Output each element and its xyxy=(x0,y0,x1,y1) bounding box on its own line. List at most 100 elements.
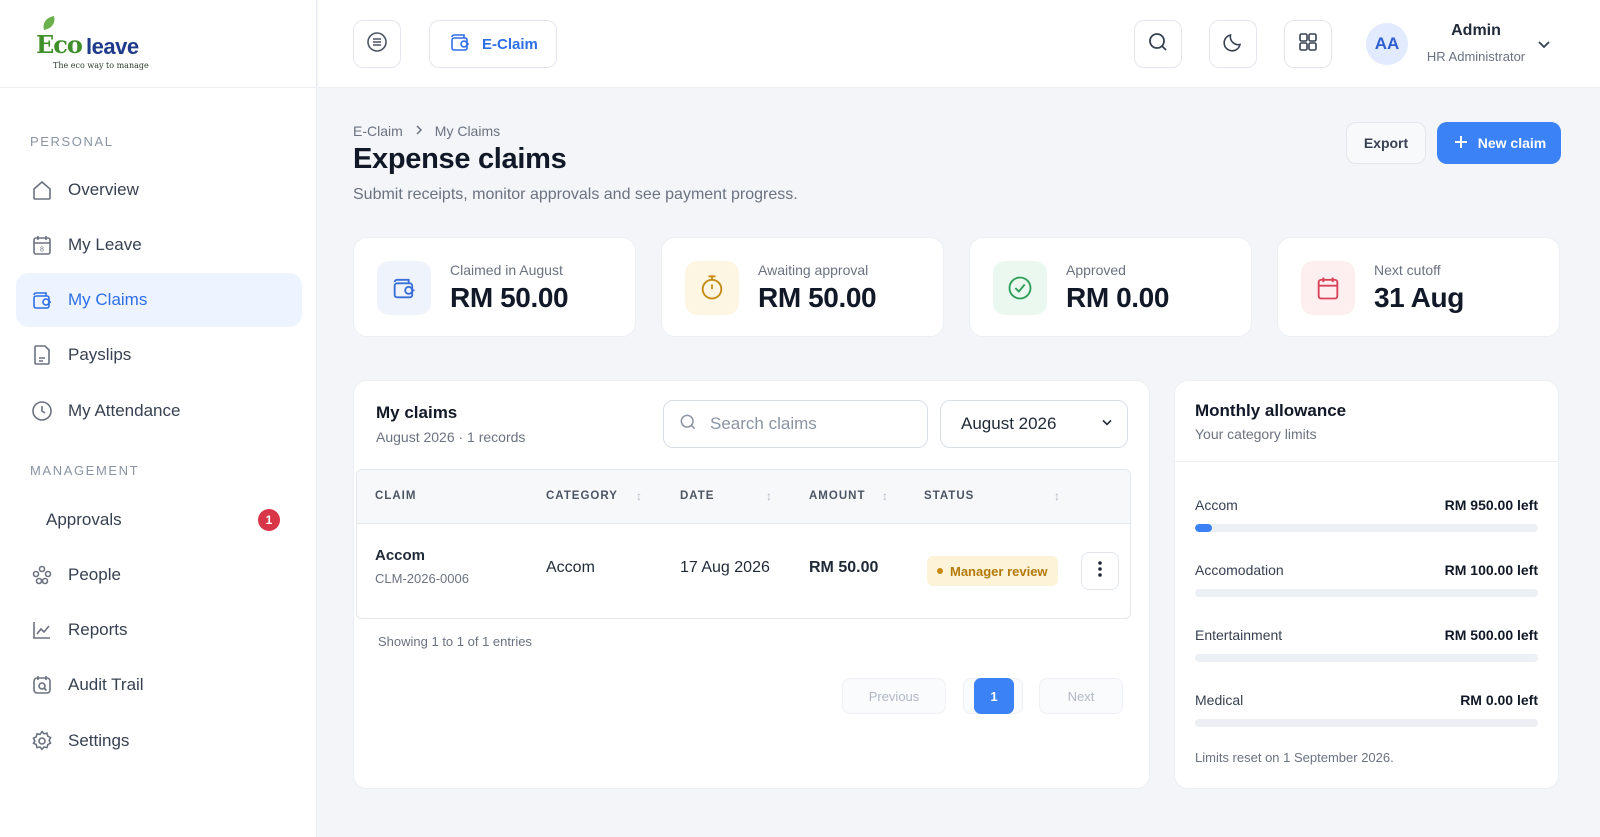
claims-table: CLAIM CATEGORY ↕ DATE ↕ AMOUNT ↕ STATUS … xyxy=(356,469,1131,619)
allowance-progress-fill xyxy=(1195,524,1213,532)
check-circle-icon xyxy=(993,261,1047,315)
svg-text:8: 8 xyxy=(40,247,44,254)
page-subtitle: Submit receipts, monitor approvals and s… xyxy=(353,186,798,203)
sidebar-item-label: Reports xyxy=(68,620,128,639)
status-dot xyxy=(937,568,943,574)
wallet-icon xyxy=(377,261,431,315)
home-icon xyxy=(30,178,54,202)
stat-card-awaiting: Awaiting approval RM 50.00 xyxy=(661,237,944,337)
column-claim[interactable]: CLAIM xyxy=(375,490,416,502)
gear-icon xyxy=(30,729,54,753)
breadcrumb-e-claim[interactable]: E-Claim xyxy=(353,123,403,139)
sidebar: Eco leave The eco way to manage PERSONAL… xyxy=(0,0,317,837)
claim-category: Accom xyxy=(546,559,595,576)
ecoleave-logo[interactable]: Eco leave The eco way to manage xyxy=(36,15,149,72)
sidebar-item-approvals[interactable]: Approvals 1 xyxy=(16,493,302,547)
sidebar-item-label: My Claims xyxy=(68,290,148,309)
allowance-name: Accom xyxy=(1195,497,1238,513)
allowance-subtitle: Your category limits xyxy=(1195,426,1317,442)
sidebar-item-settings[interactable]: Settings xyxy=(16,714,302,768)
divider xyxy=(1175,461,1558,462)
sidebar-item-my-claims[interactable]: My Claims xyxy=(16,273,302,327)
clock-icon xyxy=(30,399,54,423)
section-management: MANAGEMENT xyxy=(30,463,140,478)
search-claims-input[interactable]: Search claims xyxy=(663,400,928,448)
sort-icon[interactable]: ↕ xyxy=(882,489,888,503)
logo-tagline: The eco way to manage xyxy=(53,61,149,70)
chevron-down-icon[interactable] xyxy=(1534,34,1554,54)
month-select[interactable]: August 2026 xyxy=(940,400,1128,448)
logo-eco-text: Eco xyxy=(36,30,83,59)
claim-date: 17 Aug 2026 xyxy=(680,559,770,576)
export-button[interactable]: Export xyxy=(1346,122,1426,164)
sidebar-item-reports[interactable]: Reports xyxy=(16,603,302,657)
sidebar-item-label: My Attendance xyxy=(68,401,181,420)
sidebar-item-label: Audit Trail xyxy=(68,675,144,694)
row-actions-button[interactable] xyxy=(1081,552,1119,590)
allowance-left: RM 950.00 left xyxy=(1444,497,1538,513)
sidebar-item-payslips[interactable]: Payslips xyxy=(16,328,302,382)
column-date[interactable]: DATE xyxy=(680,490,714,502)
sort-icon[interactable]: ↕ xyxy=(636,489,642,503)
avatar[interactable]: AA xyxy=(1366,23,1408,65)
stat-label: Approved xyxy=(1066,262,1126,278)
stat-value: RM 50.00 xyxy=(758,282,877,313)
stat-card-approved: Approved RM 0.00 xyxy=(969,237,1252,337)
stat-label: Next cutoff xyxy=(1374,262,1441,278)
audit-icon xyxy=(30,673,54,697)
menu-toggle-button[interactable] xyxy=(353,20,401,68)
apps-grid-button[interactable] xyxy=(1284,20,1332,68)
new-claim-button[interactable]: New claim xyxy=(1437,122,1561,164)
search-placeholder: Search claims xyxy=(710,414,817,433)
plus-icon xyxy=(1452,133,1470,154)
sort-icon[interactable]: ↕ xyxy=(766,489,772,503)
sort-icon[interactable]: ↕ xyxy=(1054,489,1060,503)
allowance-left: RM 500.00 left xyxy=(1444,627,1538,643)
sidebar-item-my-leave[interactable]: 8 My Leave xyxy=(16,218,302,272)
allowance-title: Monthly allowance xyxy=(1195,401,1347,420)
sidebar-item-overview[interactable]: Overview xyxy=(16,163,302,217)
chart-icon xyxy=(30,618,54,642)
allowance-left: RM 100.00 left xyxy=(1444,562,1538,578)
allowance-name: Accomodation xyxy=(1195,562,1284,578)
column-category[interactable]: CATEGORY xyxy=(546,490,618,502)
module-chip-e-claim[interactable]: E-Claim xyxy=(429,20,557,68)
status-badge: Manager review xyxy=(927,556,1058,586)
search-button[interactable] xyxy=(1134,20,1182,68)
my-claims-panel: My claims August 2026 · 1 records Search… xyxy=(353,380,1150,789)
column-status[interactable]: STATUS xyxy=(924,490,974,502)
allowance-progress-bar xyxy=(1195,719,1538,727)
calendar-icon: 8 xyxy=(30,233,54,257)
column-amount[interactable]: AMOUNT xyxy=(809,490,865,502)
pagination-page-1[interactable]: 1 xyxy=(974,678,1014,714)
allowance-name: Entertainment xyxy=(1195,627,1283,643)
menu-icon xyxy=(365,30,389,59)
stat-value: 31 Aug xyxy=(1374,282,1464,313)
module-chip-label: E-Claim xyxy=(482,35,538,53)
claims-subtitle: August 2026 · 1 records xyxy=(376,429,526,445)
sidebar-item-people[interactable]: People xyxy=(16,548,302,602)
search-icon xyxy=(678,412,698,437)
pagination-next-button[interactable]: Next xyxy=(1039,678,1123,714)
monthly-allowance-panel: Monthly allowance Your category limits A… xyxy=(1174,380,1559,789)
sidebar-item-audit-trail[interactable]: Audit Trail xyxy=(16,658,302,712)
entries-summary: Showing 1 to 1 of 1 entries xyxy=(378,634,532,649)
user-role: HR Administrator xyxy=(1426,49,1526,64)
dark-mode-toggle[interactable] xyxy=(1209,20,1257,68)
status-label: Manager review xyxy=(950,563,1048,579)
pagination-previous-button[interactable]: Previous xyxy=(842,678,946,714)
stat-value: RM 0.00 xyxy=(1066,282,1170,313)
people-icon xyxy=(30,563,54,587)
allowance-name: Medical xyxy=(1195,692,1244,708)
allowance-footer: Limits reset on 1 September 2026. xyxy=(1195,750,1394,765)
allowance-progress-bar xyxy=(1195,524,1538,532)
section-personal: PERSONAL xyxy=(30,134,114,149)
user-name[interactable]: Admin xyxy=(1416,22,1536,40)
stat-label: Awaiting approval xyxy=(758,262,869,278)
new-claim-label: New claim xyxy=(1477,135,1547,151)
table-header: CLAIM CATEGORY ↕ DATE ↕ AMOUNT ↕ STATUS … xyxy=(357,470,1130,524)
topbar: E-Claim AA Admin HR Administrator xyxy=(318,0,1600,88)
sidebar-item-label: Overview xyxy=(68,180,139,199)
sidebar-item-my-attendance[interactable]: My Attendance xyxy=(16,384,302,438)
claim-id: CLM-2026-0006 xyxy=(375,571,469,586)
